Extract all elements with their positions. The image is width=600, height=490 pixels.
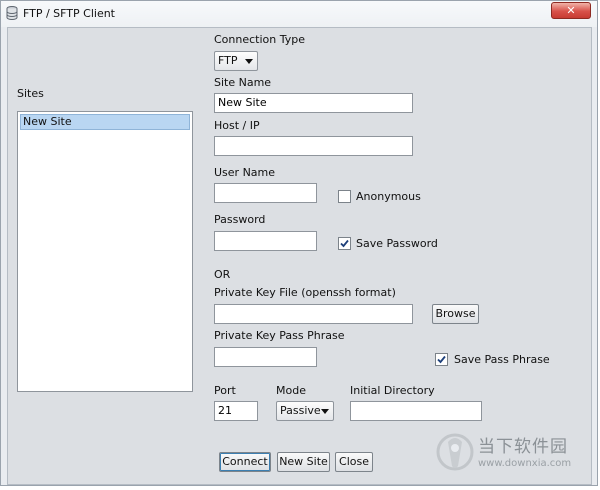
close-icon: ✕ bbox=[566, 4, 576, 17]
watermark-url: www.downxia.com bbox=[478, 458, 572, 469]
port-field[interactable]: 21 bbox=[214, 401, 258, 421]
new-site-button[interactable]: New Site bbox=[277, 452, 330, 472]
host-label: Host / IP bbox=[214, 119, 260, 132]
sites-list[interactable]: New Site bbox=[17, 111, 193, 392]
password-field[interactable] bbox=[214, 231, 317, 251]
chevron-down-icon bbox=[321, 409, 329, 414]
connect-button[interactable]: Connect bbox=[219, 452, 271, 472]
watermark-text: 当下软件园 bbox=[478, 437, 568, 457]
site-name-label: Site Name bbox=[214, 76, 272, 89]
window-close-button[interactable]: ✕ bbox=[551, 2, 591, 19]
connection-type-select[interactable]: FTP bbox=[214, 51, 258, 71]
connection-type-value: FTP bbox=[218, 54, 238, 67]
initial-directory-field[interactable] bbox=[350, 401, 482, 421]
save-password-checkbox[interactable] bbox=[338, 237, 351, 250]
user-name-label: User Name bbox=[214, 166, 276, 179]
close-button[interactable]: Close bbox=[335, 452, 373, 472]
database-icon bbox=[6, 6, 18, 20]
port-label: Port bbox=[214, 384, 236, 397]
private-key-file-field[interactable] bbox=[214, 304, 413, 324]
host-field[interactable] bbox=[214, 136, 413, 156]
site-list-item[interactable]: New Site bbox=[20, 114, 190, 130]
mode-label: Mode bbox=[276, 384, 306, 397]
save-pass-phrase-label: Save Pass Phrase bbox=[454, 353, 550, 366]
dialog-body: Sites New Site Connection Type FTP Site … bbox=[7, 27, 592, 485]
title-bar[interactable]: FTP / SFTP Client ✕ bbox=[1, 1, 597, 27]
anonymous-checkbox[interactable] bbox=[338, 190, 351, 203]
checkmark-icon bbox=[437, 355, 446, 364]
watermark-logo-icon bbox=[436, 433, 474, 471]
chevron-down-icon bbox=[245, 59, 253, 64]
mode-value: Passive bbox=[280, 404, 321, 417]
ftp-client-window: FTP / SFTP Client ✕ Sites New Site Conne… bbox=[0, 0, 598, 486]
site-name-field[interactable]: New Site bbox=[214, 93, 413, 113]
private-key-file-label: Private Key File (openssh format) bbox=[214, 286, 396, 299]
checkmark-icon bbox=[340, 239, 349, 248]
password-label: Password bbox=[214, 213, 266, 226]
watermark: 当下软件园 www.downxia.com bbox=[436, 430, 596, 480]
or-label: OR bbox=[214, 268, 231, 281]
save-pass-phrase-checkbox[interactable] bbox=[435, 353, 448, 366]
user-name-field[interactable] bbox=[214, 183, 317, 203]
window-title: FTP / SFTP Client bbox=[23, 7, 115, 20]
initial-directory-label: Initial Directory bbox=[350, 384, 435, 397]
pass-phrase-field[interactable] bbox=[214, 347, 317, 367]
anonymous-label: Anonymous bbox=[356, 190, 421, 203]
sites-label: Sites bbox=[17, 87, 44, 100]
pass-phrase-label: Private Key Pass Phrase bbox=[214, 329, 345, 342]
save-password-label: Save Password bbox=[356, 237, 438, 250]
mode-select[interactable]: Passive bbox=[276, 401, 334, 421]
browse-button[interactable]: Browse bbox=[432, 304, 479, 324]
connection-type-label: Connection Type bbox=[214, 33, 306, 46]
